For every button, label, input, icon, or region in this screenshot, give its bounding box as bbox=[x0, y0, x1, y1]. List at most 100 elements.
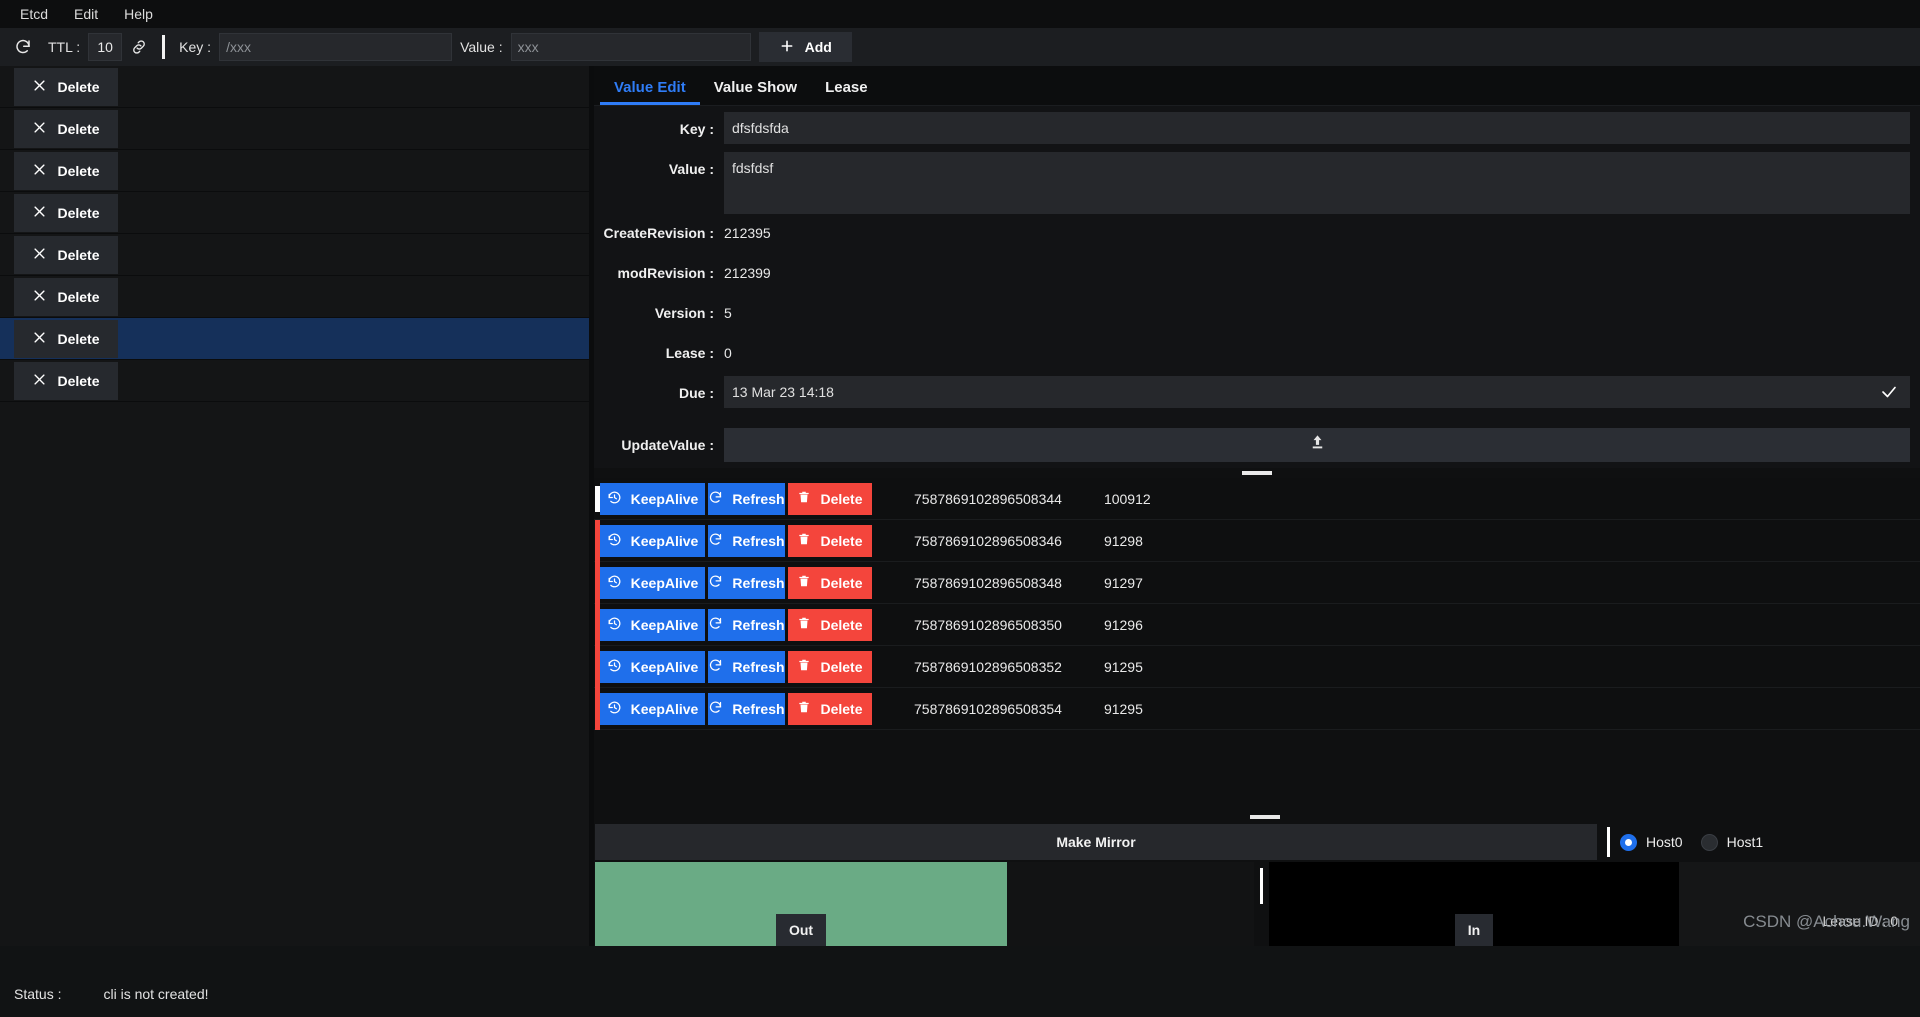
tab-value-edit[interactable]: Value Edit bbox=[600, 71, 700, 105]
link-icon[interactable] bbox=[122, 32, 156, 62]
ttl-label: TTL : bbox=[48, 39, 81, 55]
lease-ttl-value: 91297 bbox=[1103, 574, 1143, 591]
lease-ttl-value: 91295 bbox=[1103, 658, 1143, 675]
plus-icon bbox=[779, 38, 795, 57]
lease-keepalive-label: KeepAlive bbox=[630, 658, 699, 675]
lease-id-value: 7587869102896508344 bbox=[914, 490, 1062, 507]
lease-delete-button[interactable]: Delete bbox=[788, 482, 872, 515]
close-icon bbox=[32, 120, 47, 138]
form-lease-label: Lease : bbox=[665, 345, 714, 361]
value-input[interactable] bbox=[510, 33, 751, 61]
key-list-row[interactable]: Delete bbox=[0, 276, 589, 318]
io-right-section: Lease ID : 0 CSDN @Achou.Wang bbox=[1679, 862, 1920, 946]
radio-host0[interactable]: Host0 bbox=[1620, 833, 1683, 851]
lease-delete-button[interactable]: Delete bbox=[788, 566, 872, 599]
toolbar-separator bbox=[162, 35, 166, 59]
out-pane[interactable]: Out bbox=[595, 862, 1007, 946]
lease-delete-button[interactable]: Delete bbox=[788, 650, 872, 683]
key-list-row[interactable]: Delete bbox=[0, 150, 589, 192]
io-row: Out In Lease ID : 0 CSDN @Achou.Wang bbox=[594, 862, 1920, 946]
form-row-value: Value : fdsfdsf bbox=[594, 152, 1920, 214]
lease-refresh-label: Refresh bbox=[732, 490, 785, 507]
key-delete-label: Delete bbox=[57, 288, 100, 305]
lease-keepalive-button[interactable]: KeepAlive bbox=[600, 650, 705, 683]
lease-refresh-button[interactable]: Refresh bbox=[708, 692, 785, 725]
lease-delete-label: Delete bbox=[820, 532, 863, 549]
lease-table-row: KeepAlive Refresh Delete 758786910289650835… bbox=[594, 687, 1920, 730]
add-button[interactable]: Add bbox=[758, 32, 852, 62]
lease-refresh-button[interactable]: Refresh bbox=[708, 650, 785, 683]
form-due-wrapper bbox=[724, 376, 1910, 408]
key-list-row[interactable]: Delete bbox=[0, 192, 589, 234]
form-due-input[interactable] bbox=[724, 384, 1868, 400]
history-clock-icon bbox=[607, 532, 622, 550]
key-list-row[interactable]: Delete bbox=[0, 66, 589, 108]
lease-delete-button[interactable]: Delete bbox=[788, 608, 872, 641]
key-delete-label: Delete bbox=[57, 78, 100, 95]
lease-delete-button[interactable]: Delete bbox=[788, 524, 872, 557]
key-delete-button[interactable]: Delete bbox=[14, 193, 118, 232]
status-message: cli is not created! bbox=[103, 986, 209, 1002]
key-delete-button[interactable]: Delete bbox=[14, 319, 118, 358]
lease-delete-button[interactable]: Delete bbox=[788, 692, 872, 725]
upload-value-button[interactable] bbox=[724, 428, 1910, 462]
key-input[interactable] bbox=[219, 33, 453, 61]
lease-refresh-button[interactable]: Refresh bbox=[708, 566, 785, 599]
key-delete-button[interactable]: Delete bbox=[14, 361, 118, 400]
lease-table-row: KeepAlive Refresh Delete 758786910289650834… bbox=[594, 519, 1920, 562]
horizontal-splitter-bottom[interactable] bbox=[594, 812, 1920, 822]
host-radio-group: Host0 Host1 bbox=[1620, 833, 1920, 851]
lease-refresh-button[interactable]: Refresh bbox=[708, 608, 785, 641]
make-mirror-button[interactable]: Make Mirror bbox=[595, 824, 1597, 860]
lease-keepalive-button[interactable]: KeepAlive bbox=[600, 524, 705, 557]
radio-host1[interactable]: Host1 bbox=[1700, 833, 1764, 851]
trash-icon bbox=[797, 490, 811, 507]
lease-table-row: KeepAlive Refresh Delete 758786910289650835… bbox=[594, 645, 1920, 688]
refresh-icon[interactable] bbox=[6, 32, 40, 62]
key-list-row[interactable]: Delete bbox=[0, 234, 589, 276]
key-delete-label: Delete bbox=[57, 330, 100, 347]
lease-keepalive-button[interactable]: KeepAlive bbox=[600, 566, 705, 599]
tab-bar: Value Edit Value Show Lease bbox=[594, 66, 1920, 106]
key-list-row[interactable]: Delete bbox=[0, 318, 589, 360]
lease-id-value: 7587869102896508350 bbox=[914, 616, 1062, 633]
key-delete-button[interactable]: Delete bbox=[14, 109, 118, 148]
key-delete-button[interactable]: Delete bbox=[14, 277, 118, 316]
menu-etcd[interactable]: Etcd bbox=[8, 3, 60, 25]
history-clock-icon bbox=[607, 490, 622, 508]
tab-value-show[interactable]: Value Show bbox=[700, 71, 811, 105]
lease-delete-label: Delete bbox=[820, 658, 863, 675]
lease-keepalive-button[interactable]: KeepAlive bbox=[600, 692, 705, 725]
menu-edit[interactable]: Edit bbox=[62, 3, 110, 25]
form-row-due: Due : bbox=[594, 376, 1920, 414]
lease-keepalive-button[interactable]: KeepAlive bbox=[600, 608, 705, 641]
key-list-row[interactable]: Delete bbox=[0, 360, 589, 402]
key-delete-button[interactable]: Delete bbox=[14, 235, 118, 274]
refresh-icon bbox=[708, 658, 723, 676]
ttl-input[interactable] bbox=[88, 33, 123, 61]
horizontal-splitter-top[interactable] bbox=[594, 468, 1920, 478]
form-row-key: Key : bbox=[594, 112, 1920, 150]
lease-keepalive-button[interactable]: KeepAlive bbox=[600, 482, 705, 515]
close-icon bbox=[32, 162, 47, 180]
form-key-input[interactable] bbox=[724, 112, 1910, 144]
tab-lease[interactable]: Lease bbox=[811, 71, 882, 105]
menu-help[interactable]: Help bbox=[112, 3, 165, 25]
in-pane[interactable]: In bbox=[1269, 862, 1679, 946]
lease-refresh-label: Refresh bbox=[732, 658, 785, 675]
radio-host1-label: Host1 bbox=[1726, 834, 1764, 850]
lease-refresh-button[interactable]: Refresh bbox=[708, 524, 785, 557]
check-icon[interactable] bbox=[1868, 383, 1910, 401]
close-icon bbox=[32, 78, 47, 96]
form-row-lease: Lease : 0 bbox=[594, 336, 1920, 374]
radio-host0-label: Host0 bbox=[1646, 834, 1683, 850]
key-list-row[interactable]: Delete bbox=[0, 108, 589, 150]
status-bar: Status : cli is not created! bbox=[14, 986, 209, 1002]
trash-icon bbox=[797, 532, 811, 549]
lease-id-value: 7587869102896508346 bbox=[914, 532, 1062, 549]
key-delete-button[interactable]: Delete bbox=[14, 67, 118, 106]
form-value-textarea[interactable]: fdsfdsf bbox=[724, 152, 1910, 214]
lease-refresh-button[interactable]: Refresh bbox=[708, 482, 785, 515]
key-delete-button[interactable]: Delete bbox=[14, 151, 118, 190]
mirror-row: Make Mirror Host0 Host1 bbox=[594, 822, 1920, 862]
